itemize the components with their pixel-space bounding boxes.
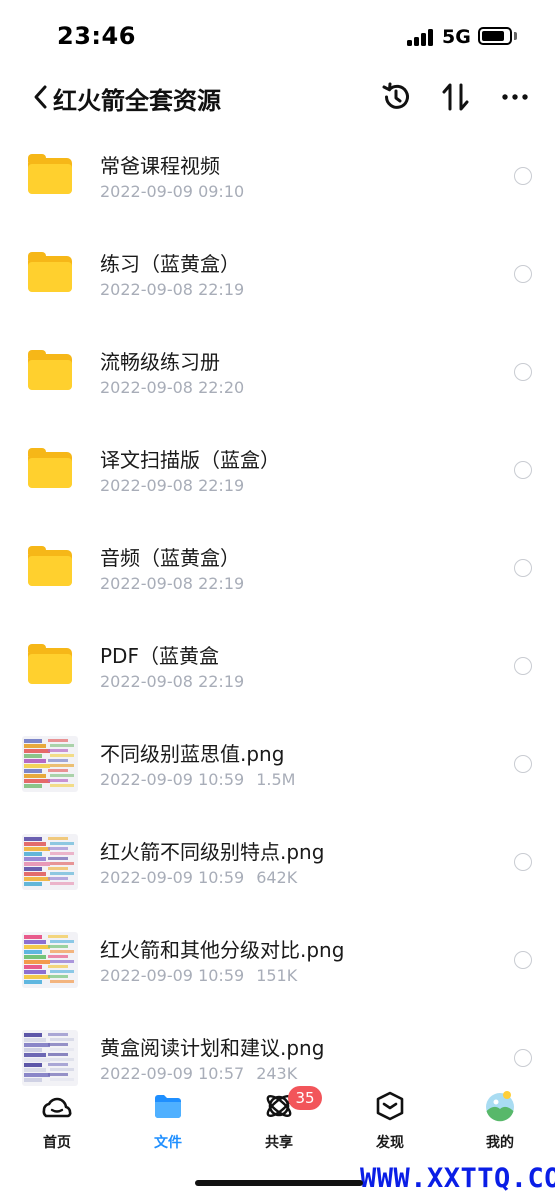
tab-label-share: 共享: [265, 1135, 293, 1151]
file-meta: 2022-09-08 22:19: [100, 476, 244, 495]
select-radio[interactable]: [514, 1049, 532, 1067]
discover-icon: [376, 1091, 404, 1121]
file-row[interactable]: 译文扫描版（蓝盒） 2022-09-08 22:19: [0, 426, 555, 524]
file-meta: 2022-09-09 10:57 243K: [100, 1064, 297, 1083]
tab-discover[interactable]: 发现: [345, 1090, 435, 1151]
file-name: 译文扫描版（蓝盒）: [100, 448, 280, 472]
image-thumbnail-icon: [22, 834, 78, 890]
file-date: 2022-09-09 09:10: [100, 182, 245, 201]
folder-icon: [22, 246, 78, 302]
battery-icon: [478, 27, 512, 45]
file-size: 1.5M: [256, 770, 296, 789]
image-thumbnail-icon: [22, 932, 78, 988]
file-date: 2022-09-08 22:19: [100, 672, 245, 691]
home-indicator: [195, 1180, 363, 1186]
file-size: 151K: [256, 966, 298, 985]
select-radio[interactable]: [514, 559, 532, 577]
tab-home[interactable]: 首页: [12, 1090, 102, 1151]
folder-icon: [22, 540, 78, 596]
select-radio[interactable]: [514, 265, 532, 283]
select-radio[interactable]: [514, 755, 532, 773]
tab-label-home: 首页: [43, 1135, 71, 1151]
page-title: 红火箭全套资源: [53, 87, 221, 115]
tab-label-profile: 我的: [486, 1135, 514, 1151]
select-radio[interactable]: [514, 461, 532, 479]
select-radio[interactable]: [514, 951, 532, 969]
more-icon[interactable]: [500, 82, 530, 112]
home-icon: [42, 1097, 72, 1118]
file-meta: 2022-09-08 22:19: [100, 672, 244, 691]
file-name: 不同级别蓝思值.png: [100, 742, 285, 766]
file-meta: 2022-09-09 10:59 151K: [100, 966, 297, 985]
file-meta: 2022-09-09 10:59 1.5M: [100, 770, 295, 789]
file-name: 黄盒阅读计划和建议.png: [100, 1036, 325, 1060]
folder-icon: [155, 1095, 181, 1118]
file-date: 2022-09-09 10:59: [100, 966, 245, 985]
file-name: 练习（蓝黄盒）: [100, 252, 240, 276]
file-name: 常爸课程视频: [100, 154, 220, 178]
folder-icon: [22, 442, 78, 498]
network-label: 5G: [442, 26, 471, 48]
signal-icon: [407, 28, 435, 46]
file-row[interactable]: 常爸课程视频 2022-09-09 09:10: [0, 132, 555, 230]
folder-icon: [22, 344, 78, 400]
status-time: 23:46: [57, 22, 136, 50]
file-date: 2022-09-08 22:19: [100, 476, 245, 495]
folder-icon: [22, 638, 78, 694]
file-list[interactable]: 常爸课程视频 2022-09-09 09:10 练习（蓝黄盒） 2022-09-08 …: [0, 132, 555, 1086]
file-row[interactable]: 流畅级练习册 2022-09-08 22:20: [0, 328, 555, 426]
file-row[interactable]: 不同级别蓝思值.png 2022-09-09 10:59 1.5M: [0, 720, 555, 818]
file-date: 2022-09-09 10:59: [100, 770, 245, 789]
file-name: 音频（蓝黄盒）: [100, 546, 240, 570]
file-row[interactable]: 红火箭和其他分级对比.png 2022-09-09 10:59 151K: [0, 916, 555, 1014]
battery-cap: [514, 32, 517, 40]
file-row[interactable]: 黄盒阅读计划和建议.png 2022-09-09 10:57 243K: [0, 1014, 555, 1086]
file-date: 2022-09-08 22:20: [100, 378, 245, 397]
file-row[interactable]: 练习（蓝黄盒） 2022-09-08 22:19: [0, 230, 555, 328]
select-radio[interactable]: [514, 657, 532, 675]
file-name: 红火箭和其他分级对比.png: [100, 938, 345, 962]
tab-files[interactable]: 文件: [123, 1090, 213, 1151]
file-date: 2022-09-09 10:57: [100, 1064, 245, 1083]
tab-profile[interactable]: 我的: [455, 1090, 545, 1151]
file-row[interactable]: 音频（蓝黄盒） 2022-09-08 22:19: [0, 524, 555, 622]
file-size: 243K: [256, 1064, 298, 1083]
file-meta: 2022-09-09 09:10: [100, 182, 244, 201]
file-name: 流畅级练习册: [100, 350, 220, 374]
file-name: 红火箭不同级别特点.png: [100, 840, 325, 864]
file-meta: 2022-09-09 10:59 642K: [100, 868, 297, 887]
file-date: 2022-09-08 22:19: [100, 574, 245, 593]
sort-icon[interactable]: [440, 81, 472, 113]
file-size: 642K: [256, 868, 298, 887]
watermark: WWW.XXTTQ.COM: [360, 1163, 555, 1194]
folder-icon: [22, 148, 78, 204]
share-badge: 35: [288, 1086, 322, 1110]
select-radio[interactable]: [514, 363, 532, 381]
file-meta: 2022-09-08 22:19: [100, 574, 244, 593]
tab-label-discover: 发现: [376, 1135, 404, 1151]
history-icon[interactable]: [380, 81, 412, 113]
file-date: 2022-09-08 22:19: [100, 280, 245, 299]
file-meta: 2022-09-08 22:20: [100, 378, 244, 397]
tab-label-files: 文件: [154, 1135, 182, 1151]
file-row[interactable]: PDF（蓝黄盒 2022-09-08 22:19: [0, 622, 555, 720]
chevron-left-icon[interactable]: [30, 84, 52, 110]
image-thumbnail-icon: [22, 736, 78, 792]
file-meta: 2022-09-08 22:19: [100, 280, 244, 299]
nav-header: 红火箭全套资源: [0, 72, 555, 122]
select-radio[interactable]: [514, 167, 532, 185]
status-bar: 23:46 5G: [0, 0, 555, 72]
file-row[interactable]: 红火箭不同级别特点.png 2022-09-09 10:59 642K: [0, 818, 555, 916]
image-thumbnail-icon: [22, 1030, 78, 1086]
select-radio[interactable]: [514, 853, 532, 871]
file-date: 2022-09-09 10:59: [100, 868, 245, 887]
profile-avatar-icon: [486, 1091, 514, 1122]
file-name: PDF（蓝黄盒: [100, 644, 219, 668]
